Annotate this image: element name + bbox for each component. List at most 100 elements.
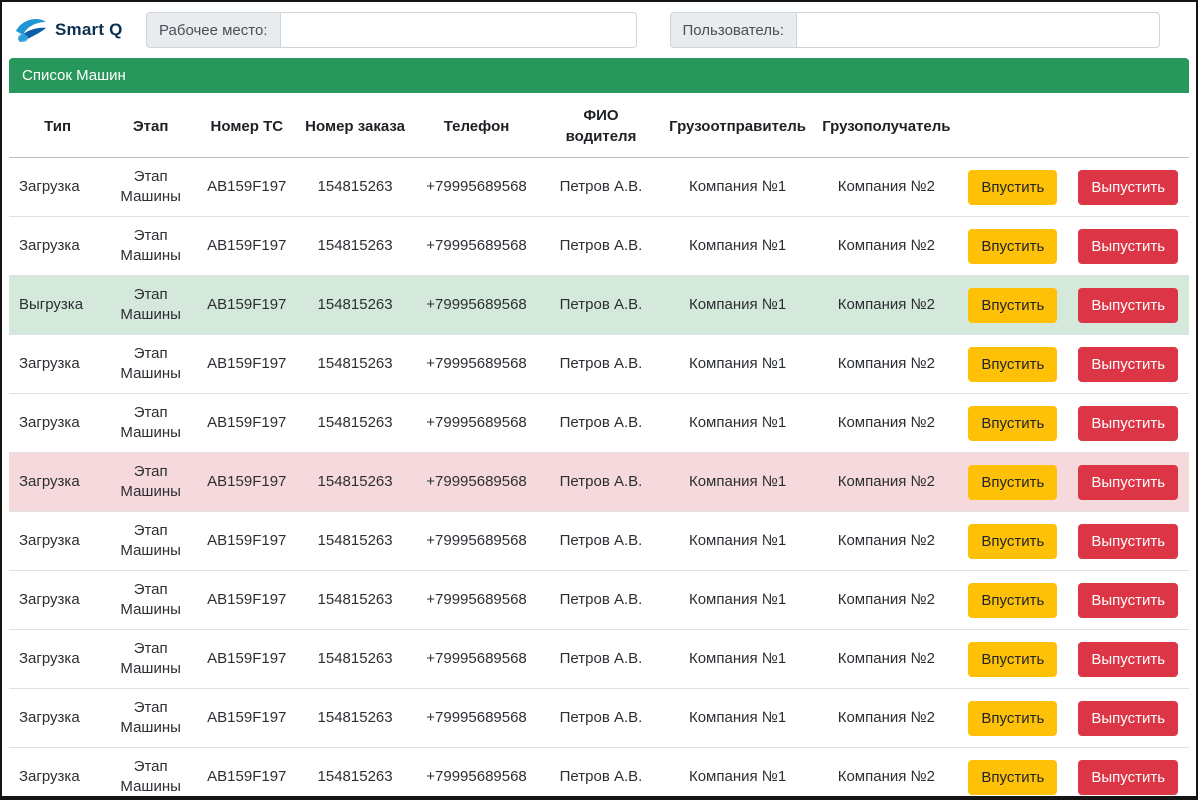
cell-order: 154815263 [298, 630, 411, 689]
cell-type: Загрузка [9, 512, 106, 571]
cell-type: Загрузка [9, 217, 106, 276]
cell-type: Загрузка [9, 630, 106, 689]
cell-phone: +79995689568 [412, 158, 542, 217]
release-button[interactable]: Выпустить [1078, 406, 1178, 441]
cell-admit-action: Впустить [958, 689, 1067, 748]
cell-shipper: Компания №1 [661, 689, 815, 748]
release-button[interactable]: Выпустить [1078, 288, 1178, 323]
cell-type: Выгрузка [9, 276, 106, 335]
cell-phone: +79995689568 [412, 276, 542, 335]
workplace-input-group: Рабочее место: [146, 12, 637, 48]
cell-shipper: Компания №1 [661, 276, 815, 335]
table-row: ЗагрузкаЭтап МашиныАВ159F197154815263+79… [9, 453, 1189, 512]
admit-button[interactable]: Впустить [968, 347, 1057, 382]
cell-release-action: Выпустить [1067, 512, 1189, 571]
cell-release-action: Выпустить [1067, 689, 1189, 748]
cell-admit-action: Впустить [958, 512, 1067, 571]
admit-button[interactable]: Впустить [968, 760, 1057, 795]
machines-table-body: ЗагрузкаЭтап МашиныАВ159F197154815263+79… [9, 158, 1189, 800]
cell-admit-action: Впустить [958, 394, 1067, 453]
release-button[interactable]: Выпустить [1078, 465, 1178, 500]
release-button[interactable]: Выпустить [1078, 642, 1178, 677]
admit-button[interactable]: Впустить [968, 642, 1057, 677]
cell-driver: Петров А.В. [541, 512, 660, 571]
brand: Smart Q [14, 15, 146, 45]
release-button[interactable]: Выпустить [1078, 760, 1178, 795]
cell-consignee: Компания №2 [815, 748, 959, 800]
cell-stage: Этап Машины [106, 453, 195, 512]
cell-driver: Петров А.В. [541, 453, 660, 512]
admit-button[interactable]: Впустить [968, 583, 1057, 618]
release-button[interactable]: Выпустить [1078, 583, 1178, 618]
cell-driver: Петров А.В. [541, 571, 660, 630]
cell-consignee: Компания №2 [815, 512, 959, 571]
cell-admit-action: Впустить [958, 571, 1067, 630]
cell-vehicle: АВ159F197 [195, 394, 298, 453]
column-header-phone: Телефон [412, 95, 542, 158]
panel-title: Список Машин [9, 58, 1189, 93]
cell-release-action: Выпустить [1067, 158, 1189, 217]
cell-consignee: Компания №2 [815, 630, 959, 689]
admit-button[interactable]: Впустить [968, 229, 1057, 264]
cell-vehicle: АВ159F197 [195, 158, 298, 217]
cell-admit-action: Впустить [958, 748, 1067, 800]
release-button[interactable]: Выпустить [1078, 347, 1178, 382]
cell-type: Загрузка [9, 394, 106, 453]
table-row: ЗагрузкаЭтап МашиныАВ159F197154815263+79… [9, 512, 1189, 571]
cell-release-action: Выпустить [1067, 335, 1189, 394]
cell-type: Загрузка [9, 453, 106, 512]
cell-order: 154815263 [298, 394, 411, 453]
cell-admit-action: Впустить [958, 453, 1067, 512]
cell-driver: Петров А.В. [541, 748, 660, 800]
admit-button[interactable]: Впустить [968, 701, 1057, 736]
topbar: Smart Q Рабочее место: Пользователь: [2, 2, 1196, 56]
cell-shipper: Компания №1 [661, 158, 815, 217]
release-button[interactable]: Выпустить [1078, 229, 1178, 264]
cell-vehicle: АВ159F197 [195, 571, 298, 630]
workplace-input[interactable] [280, 12, 637, 48]
cell-order: 154815263 [298, 158, 411, 217]
cell-order: 154815263 [298, 571, 411, 630]
admit-button[interactable]: Впустить [968, 170, 1057, 205]
column-header-stage: Этап [106, 95, 195, 158]
admit-button[interactable]: Впустить [968, 465, 1057, 500]
cell-shipper: Компания №1 [661, 571, 815, 630]
cell-vehicle: АВ159F197 [195, 276, 298, 335]
release-button[interactable]: Выпустить [1078, 701, 1178, 736]
cell-consignee: Компания №2 [815, 335, 959, 394]
cell-vehicle: АВ159F197 [195, 689, 298, 748]
cell-release-action: Выпустить [1067, 217, 1189, 276]
cell-phone: +79995689568 [412, 394, 542, 453]
cell-order: 154815263 [298, 512, 411, 571]
cell-driver: Петров А.В. [541, 217, 660, 276]
cell-admit-action: Впустить [958, 335, 1067, 394]
cell-stage: Этап Машины [106, 512, 195, 571]
cell-admit-action: Впустить [958, 276, 1067, 335]
admit-button[interactable]: Впустить [968, 288, 1057, 323]
cell-phone: +79995689568 [412, 630, 542, 689]
cell-type: Загрузка [9, 689, 106, 748]
machines-table: Тип Этап Номер ТС Номер заказа Телефон Ф… [9, 95, 1189, 800]
cell-stage: Этап Машины [106, 335, 195, 394]
table-row: ЗагрузкаЭтап МашиныАВ159F197154815263+79… [9, 689, 1189, 748]
release-button[interactable]: Выпустить [1078, 524, 1178, 559]
cell-type: Загрузка [9, 571, 106, 630]
cell-release-action: Выпустить [1067, 453, 1189, 512]
user-label: Пользователь: [670, 12, 797, 48]
cell-shipper: Компания №1 [661, 748, 815, 800]
admit-button[interactable]: Впустить [968, 406, 1057, 441]
cell-shipper: Компания №1 [661, 335, 815, 394]
user-input-group: Пользователь: [670, 12, 1161, 48]
admit-button[interactable]: Впустить [968, 524, 1057, 559]
column-header-type: Тип [9, 95, 106, 158]
cell-stage: Этап Машины [106, 276, 195, 335]
cell-driver: Петров А.В. [541, 276, 660, 335]
cell-shipper: Компания №1 [661, 453, 815, 512]
cell-stage: Этап Машины [106, 689, 195, 748]
cell-phone: +79995689568 [412, 512, 542, 571]
release-button[interactable]: Выпустить [1078, 170, 1178, 205]
user-input[interactable] [796, 12, 1160, 48]
table-row: ВыгрузкаЭтап МашиныАВ159F197154815263+79… [9, 276, 1189, 335]
cell-driver: Петров А.В. [541, 689, 660, 748]
cell-order: 154815263 [298, 748, 411, 800]
